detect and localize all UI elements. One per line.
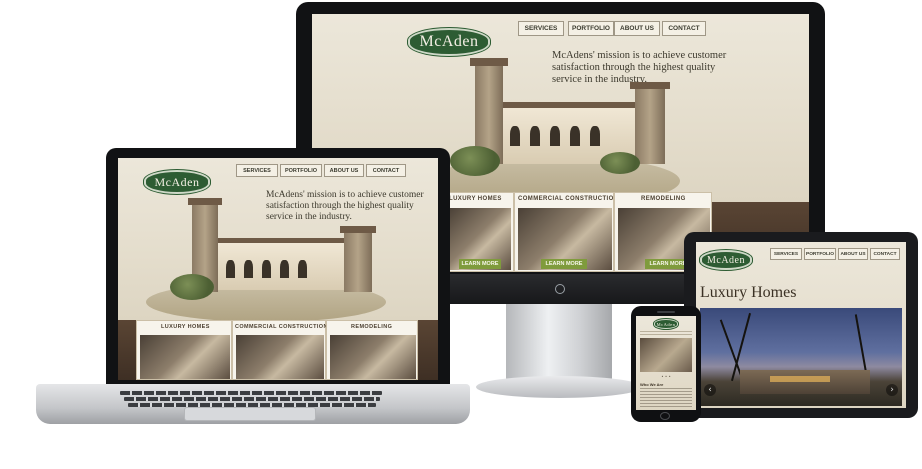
tile-commercial-construction[interactable]: COMMERCIAL CONSTRUCTION LEARN MORE [514,192,618,272]
nav-contact[interactable]: CONTACT [662,21,706,36]
logo[interactable]: McAden [408,28,490,56]
nav-services[interactable]: SERVICES [770,248,802,260]
logo[interactable]: McAden [144,170,210,194]
phone: McAden • • • Who We Are [631,306,701,422]
home-button[interactable] [660,412,670,420]
power-icon [555,284,565,294]
phone-nav [640,331,692,335]
tile-title: REMODELING [641,196,686,202]
tile-title: LUXURY HOMES [161,324,210,330]
tile-image [140,335,230,379]
carousel-dots: • • • [661,374,671,379]
building-illustration [430,56,680,206]
nav-about-us[interactable]: ABOUT US [614,21,660,36]
tile-image [236,335,324,379]
monitor-stand [506,298,612,384]
tablet-screen: McAden SERVICES PORTFOLIO ABOUT US CONTA… [696,242,906,408]
tile-remodeling[interactable]: REMODELING [326,320,418,380]
section-title: Who We Are [640,382,664,387]
learn-more-button[interactable]: LEARN MORE [541,259,587,269]
laptop-screen: McAden SERVICES PORTFOLIO ABOUT US CONTA… [118,158,438,380]
trackpad[interactable] [184,407,316,421]
learn-more-button[interactable]: LEARN MORE [459,259,501,269]
tile-commercial-construction[interactable]: COMMERCIAL CONSTRUCTION [232,320,328,380]
tile-title: LUXURY HOMES [449,196,502,202]
nav-about-us[interactable]: ABOUT US [324,164,364,177]
monitor-base [476,376,642,398]
phone-speaker [657,311,675,313]
tile-luxury-homes[interactable]: LUXURY HOMES [136,320,232,380]
tile-image [330,335,416,379]
phone-hero-image [640,338,692,372]
nav-portfolio[interactable]: PORTFOLIO [804,248,836,260]
nav-contact[interactable]: CONTACT [366,164,406,177]
nav-portfolio[interactable]: PORTFOLIO [568,21,614,36]
carousel-next-button[interactable]: › [886,384,898,396]
hero-photo: ‹ › [700,308,902,406]
body-text-lines [640,388,692,408]
tile-title: REMODELING [351,324,393,330]
logo[interactable]: McAden [654,319,678,329]
tile-luxury-homes[interactable]: LUXURY HOMES LEARN MORE [444,192,514,272]
logo[interactable]: McAden [700,250,752,270]
building-illustration [146,198,386,322]
page-title: Luxury Homes [700,284,797,301]
carousel-prev-button[interactable]: ‹ [704,384,716,396]
tile-title: COMMERCIAL CONSTRUCTION [518,196,619,202]
nav-contact[interactable]: CONTACT [870,248,900,260]
phone-screen: McAden • • • Who We Are [636,316,696,410]
nav-portfolio[interactable]: PORTFOLIO [280,164,322,177]
tile-title: COMMERCIAL CONSTRUCTION [235,324,328,330]
nav-about-us[interactable]: ABOUT US [838,248,868,260]
nav-services[interactable]: SERVICES [236,164,278,177]
nav-services[interactable]: SERVICES [518,21,564,36]
